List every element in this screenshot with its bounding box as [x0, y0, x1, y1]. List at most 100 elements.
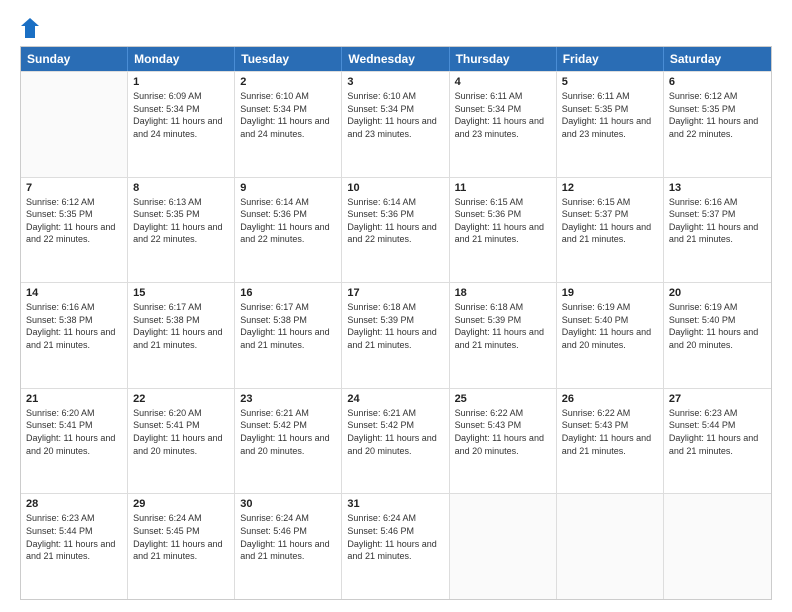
- sunrise-line: Sunrise: 6:11 AM: [562, 90, 658, 103]
- day-number: 26: [562, 393, 658, 405]
- day-number: 15: [133, 287, 229, 299]
- calendar-cell: 4 Sunrise: 6:11 AM Sunset: 5:34 PM Dayli…: [450, 72, 557, 177]
- sunset-line: Sunset: 5:43 PM: [562, 419, 658, 432]
- calendar-cell: 22 Sunrise: 6:20 AM Sunset: 5:41 PM Dayl…: [128, 389, 235, 494]
- sunset-line: Sunset: 5:34 PM: [455, 103, 551, 116]
- sunset-line: Sunset: 5:36 PM: [347, 208, 443, 221]
- sunset-line: Sunset: 5:38 PM: [240, 314, 336, 327]
- calendar-cell: 5 Sunrise: 6:11 AM Sunset: 5:35 PM Dayli…: [557, 72, 664, 177]
- sunrise-line: Sunrise: 6:09 AM: [133, 90, 229, 103]
- sunset-line: Sunset: 5:43 PM: [455, 419, 551, 432]
- weekday-header: Wednesday: [342, 47, 449, 71]
- calendar-row: 21 Sunrise: 6:20 AM Sunset: 5:41 PM Dayl…: [21, 388, 771, 494]
- daylight-line: Daylight: 11 hours and and 21 minutes.: [562, 221, 658, 246]
- daylight-line: Daylight: 11 hours and and 21 minutes.: [26, 326, 122, 351]
- page: SundayMondayTuesdayWednesdayThursdayFrid…: [0, 0, 792, 612]
- sunrise-line: Sunrise: 6:12 AM: [669, 90, 766, 103]
- calendar-cell: 10 Sunrise: 6:14 AM Sunset: 5:36 PM Dayl…: [342, 178, 449, 283]
- logo: [20, 18, 40, 36]
- calendar-cell: 9 Sunrise: 6:14 AM Sunset: 5:36 PM Dayli…: [235, 178, 342, 283]
- daylight-line: Daylight: 11 hours and and 21 minutes.: [240, 326, 336, 351]
- day-number: 16: [240, 287, 336, 299]
- calendar-cell: 30 Sunrise: 6:24 AM Sunset: 5:46 PM Dayl…: [235, 494, 342, 599]
- calendar-cell: 13 Sunrise: 6:16 AM Sunset: 5:37 PM Dayl…: [664, 178, 771, 283]
- sunset-line: Sunset: 5:34 PM: [347, 103, 443, 116]
- sunrise-line: Sunrise: 6:19 AM: [562, 301, 658, 314]
- sunrise-line: Sunrise: 6:16 AM: [669, 196, 766, 209]
- day-number: 10: [347, 182, 443, 194]
- calendar-cell: 16 Sunrise: 6:17 AM Sunset: 5:38 PM Dayl…: [235, 283, 342, 388]
- sunrise-line: Sunrise: 6:12 AM: [26, 196, 122, 209]
- sunset-line: Sunset: 5:35 PM: [669, 103, 766, 116]
- daylight-line: Daylight: 11 hours and and 20 minutes.: [133, 432, 229, 457]
- calendar-cell: 25 Sunrise: 6:22 AM Sunset: 5:43 PM Dayl…: [450, 389, 557, 494]
- calendar-row: 28 Sunrise: 6:23 AM Sunset: 5:44 PM Dayl…: [21, 493, 771, 599]
- day-number: 13: [669, 182, 766, 194]
- day-number: 19: [562, 287, 658, 299]
- day-number: 30: [240, 498, 336, 510]
- sunset-line: Sunset: 5:40 PM: [562, 314, 658, 327]
- day-number: 6: [669, 76, 766, 88]
- sunset-line: Sunset: 5:34 PM: [240, 103, 336, 116]
- sunset-line: Sunset: 5:36 PM: [455, 208, 551, 221]
- day-number: 7: [26, 182, 122, 194]
- calendar-cell: 23 Sunrise: 6:21 AM Sunset: 5:42 PM Dayl…: [235, 389, 342, 494]
- calendar-cell: 6 Sunrise: 6:12 AM Sunset: 5:35 PM Dayli…: [664, 72, 771, 177]
- calendar-cell: 31 Sunrise: 6:24 AM Sunset: 5:46 PM Dayl…: [342, 494, 449, 599]
- weekday-header: Monday: [128, 47, 235, 71]
- sunrise-line: Sunrise: 6:11 AM: [455, 90, 551, 103]
- logo-icon: [21, 18, 39, 38]
- sunset-line: Sunset: 5:37 PM: [669, 208, 766, 221]
- calendar-row: 14 Sunrise: 6:16 AM Sunset: 5:38 PM Dayl…: [21, 282, 771, 388]
- weekday-header: Sunday: [21, 47, 128, 71]
- day-number: 5: [562, 76, 658, 88]
- calendar-cell: 17 Sunrise: 6:18 AM Sunset: 5:39 PM Dayl…: [342, 283, 449, 388]
- calendar-cell: 18 Sunrise: 6:18 AM Sunset: 5:39 PM Dayl…: [450, 283, 557, 388]
- sunrise-line: Sunrise: 6:18 AM: [347, 301, 443, 314]
- day-number: 31: [347, 498, 443, 510]
- day-number: 21: [26, 393, 122, 405]
- sunrise-line: Sunrise: 6:17 AM: [133, 301, 229, 314]
- daylight-line: Daylight: 11 hours and and 24 minutes.: [133, 115, 229, 140]
- day-number: 27: [669, 393, 766, 405]
- sunrise-line: Sunrise: 6:20 AM: [133, 407, 229, 420]
- sunrise-line: Sunrise: 6:15 AM: [455, 196, 551, 209]
- day-number: 11: [455, 182, 551, 194]
- sunrise-line: Sunrise: 6:17 AM: [240, 301, 336, 314]
- sunrise-line: Sunrise: 6:10 AM: [240, 90, 336, 103]
- calendar-row: 1 Sunrise: 6:09 AM Sunset: 5:34 PM Dayli…: [21, 71, 771, 177]
- sunset-line: Sunset: 5:42 PM: [240, 419, 336, 432]
- calendar-cell: [450, 494, 557, 599]
- daylight-line: Daylight: 11 hours and and 23 minutes.: [562, 115, 658, 140]
- weekday-header: Saturday: [664, 47, 771, 71]
- calendar-cell: 7 Sunrise: 6:12 AM Sunset: 5:35 PM Dayli…: [21, 178, 128, 283]
- calendar-cell: 1 Sunrise: 6:09 AM Sunset: 5:34 PM Dayli…: [128, 72, 235, 177]
- calendar-cell: 28 Sunrise: 6:23 AM Sunset: 5:44 PM Dayl…: [21, 494, 128, 599]
- day-number: 29: [133, 498, 229, 510]
- calendar-cell: 26 Sunrise: 6:22 AM Sunset: 5:43 PM Dayl…: [557, 389, 664, 494]
- sunrise-line: Sunrise: 6:16 AM: [26, 301, 122, 314]
- daylight-line: Daylight: 11 hours and and 20 minutes.: [562, 326, 658, 351]
- calendar-cell: 15 Sunrise: 6:17 AM Sunset: 5:38 PM Dayl…: [128, 283, 235, 388]
- daylight-line: Daylight: 11 hours and and 21 minutes.: [133, 538, 229, 563]
- daylight-line: Daylight: 11 hours and and 20 minutes.: [240, 432, 336, 457]
- day-number: 12: [562, 182, 658, 194]
- sunrise-line: Sunrise: 6:20 AM: [26, 407, 122, 420]
- sunrise-line: Sunrise: 6:14 AM: [347, 196, 443, 209]
- sunset-line: Sunset: 5:40 PM: [669, 314, 766, 327]
- calendar-body: 1 Sunrise: 6:09 AM Sunset: 5:34 PM Dayli…: [21, 71, 771, 599]
- day-number: 28: [26, 498, 122, 510]
- day-number: 14: [26, 287, 122, 299]
- day-number: 18: [455, 287, 551, 299]
- weekday-header: Thursday: [450, 47, 557, 71]
- sunset-line: Sunset: 5:38 PM: [133, 314, 229, 327]
- daylight-line: Daylight: 11 hours and and 22 minutes.: [347, 221, 443, 246]
- calendar-cell: 11 Sunrise: 6:15 AM Sunset: 5:36 PM Dayl…: [450, 178, 557, 283]
- daylight-line: Daylight: 11 hours and and 23 minutes.: [455, 115, 551, 140]
- sunrise-line: Sunrise: 6:19 AM: [669, 301, 766, 314]
- daylight-line: Daylight: 11 hours and and 21 minutes.: [26, 538, 122, 563]
- daylight-line: Daylight: 11 hours and and 21 minutes.: [347, 326, 443, 351]
- sunrise-line: Sunrise: 6:10 AM: [347, 90, 443, 103]
- sunrise-line: Sunrise: 6:14 AM: [240, 196, 336, 209]
- sunrise-line: Sunrise: 6:22 AM: [455, 407, 551, 420]
